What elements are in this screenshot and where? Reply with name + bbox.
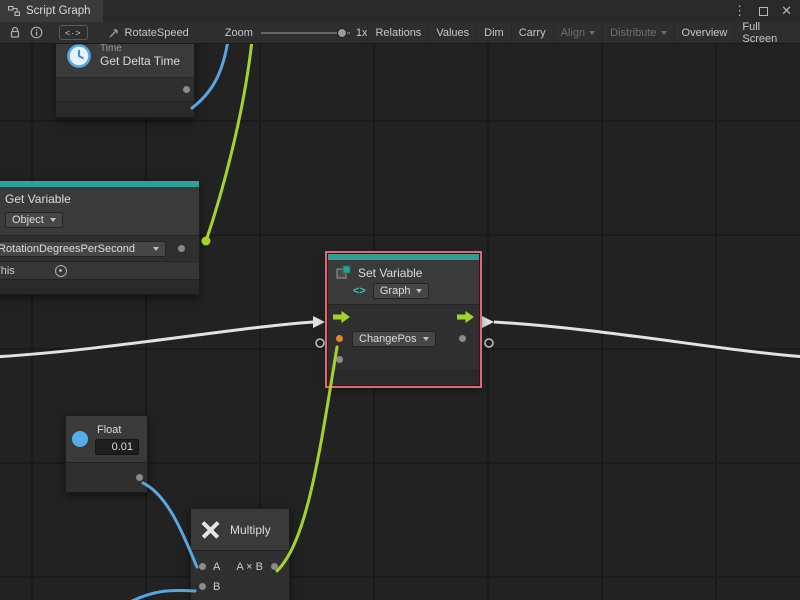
variable-value-port[interactable] <box>178 245 185 252</box>
float-value-input[interactable]: 0.01 <box>95 439 139 455</box>
dropdown-arrow-icon <box>661 31 667 38</box>
variable-name-dropdown[interactable]: ChangePos <box>352 331 436 347</box>
multiply-input-a-port[interactable] <box>199 563 206 570</box>
node-get-delta-time[interactable]: Time Get Delta Time <box>55 44 195 118</box>
blue-wire-to-b <box>126 590 195 600</box>
distribute-button[interactable]: Distribute <box>602 22 673 43</box>
target-icon[interactable] <box>55 265 67 277</box>
multiply-input-b-port[interactable] <box>199 583 206 590</box>
script-graph-icon <box>8 5 20 17</box>
node-title: Set Variable <box>358 266 422 280</box>
edit-source-button[interactable]: <·> <box>59 25 88 40</box>
float-output-port[interactable] <box>136 474 143 481</box>
flow-input-port[interactable] <box>333 311 350 323</box>
tab-bar: Script Graph ⋮ ✕ <box>0 0 800 22</box>
tab-title: Script Graph <box>26 5 91 17</box>
self-value-label: This <box>0 265 15 277</box>
dropdown-arrow-icon <box>50 218 56 225</box>
float-icon <box>72 431 88 447</box>
machine-icon <box>108 27 120 39</box>
values-button[interactable]: Values <box>428 22 476 43</box>
dropdown-arrow-icon <box>153 247 159 254</box>
flow-output-port[interactable] <box>457 311 474 323</box>
input-b-label: B <box>213 581 220 593</box>
clock-icon <box>66 44 92 69</box>
node-get-variable[interactable]: Get Variable Object RotationDegreesPerSe… <box>0 180 200 295</box>
flow-arrowhead-left <box>313 316 325 328</box>
lock-icon[interactable] <box>9 26 21 39</box>
window-close-icon[interactable]: ✕ <box>781 3 792 19</box>
window-menu-icon[interactable]: ⋮ <box>733 3 746 19</box>
align-button[interactable]: Align <box>553 22 602 43</box>
node-category: Time <box>100 44 180 54</box>
blue-wire-float-to-a <box>143 483 197 567</box>
node-title: Get Variable <box>5 192 189 206</box>
multiply-output-port[interactable] <box>271 563 278 570</box>
multiply-icon <box>201 520 220 539</box>
fullscreen-button[interactable]: Full Screen <box>734 22 800 43</box>
dropdown-arrow-icon <box>416 289 422 296</box>
zoom-slider[interactable] <box>261 27 350 39</box>
dim-button[interactable]: Dim <box>476 22 511 43</box>
graph-canvas[interactable]: Time Get Delta Time Get Variable Object … <box>0 44 800 600</box>
variable-scope-dropdown[interactable]: Object <box>5 212 63 228</box>
delta-time-output-port[interactable] <box>183 86 190 93</box>
output-label: A × B <box>236 561 263 573</box>
relations-button[interactable]: Relations <box>367 22 428 43</box>
variable-icon <box>336 265 351 280</box>
node-title: Float <box>97 424 139 436</box>
tab-script-graph[interactable]: Script Graph <box>0 0 103 22</box>
overview-button[interactable]: Overview <box>674 22 735 43</box>
blue-wire-top <box>192 44 228 108</box>
unconnected-port-left[interactable] <box>316 339 324 347</box>
fallback-input-port[interactable] <box>336 356 343 363</box>
graph-name: RotateSpeed <box>125 27 189 39</box>
node-set-variable[interactable]: Set Variable <> Graph ChangePos <box>327 253 480 386</box>
dropdown-arrow-icon <box>423 337 429 344</box>
zoom-label: Zoom <box>225 27 253 39</box>
info-icon[interactable] <box>30 26 43 39</box>
carry-button[interactable]: Carry <box>511 22 553 43</box>
node-title: Get Delta Time <box>100 54 180 68</box>
node-title: Multiply <box>230 523 271 537</box>
value-output-port[interactable] <box>459 335 466 342</box>
dropdown-arrow-icon <box>589 31 595 38</box>
variable-name-dropdown[interactable]: RotationDegreesPerSecond <box>0 241 166 257</box>
input-a-label: A <box>213 561 220 573</box>
graph-toolbar: <·> RotateSpeed Zoom 1x Relations Values… <box>0 22 800 44</box>
node-multiply[interactable]: Multiply A A × B B <box>190 508 290 600</box>
graph-reference[interactable]: RotateSpeed <box>108 27 189 39</box>
flow-arrowhead-right <box>482 316 494 328</box>
green-wire-endpoint <box>202 237 211 246</box>
node-float[interactable]: Float 0.01 <box>65 415 148 493</box>
window-maximize-icon[interactable] <box>759 7 768 16</box>
variable-scope-dropdown[interactable]: Graph <box>373 283 430 299</box>
zoom-slider-knob[interactable] <box>337 28 347 38</box>
green-wire-up <box>206 44 252 241</box>
zoom-value: 1x <box>356 27 368 39</box>
unconnected-port-right[interactable] <box>485 339 493 347</box>
code-icon: <> <box>353 285 366 297</box>
value-input-port[interactable] <box>336 335 343 342</box>
